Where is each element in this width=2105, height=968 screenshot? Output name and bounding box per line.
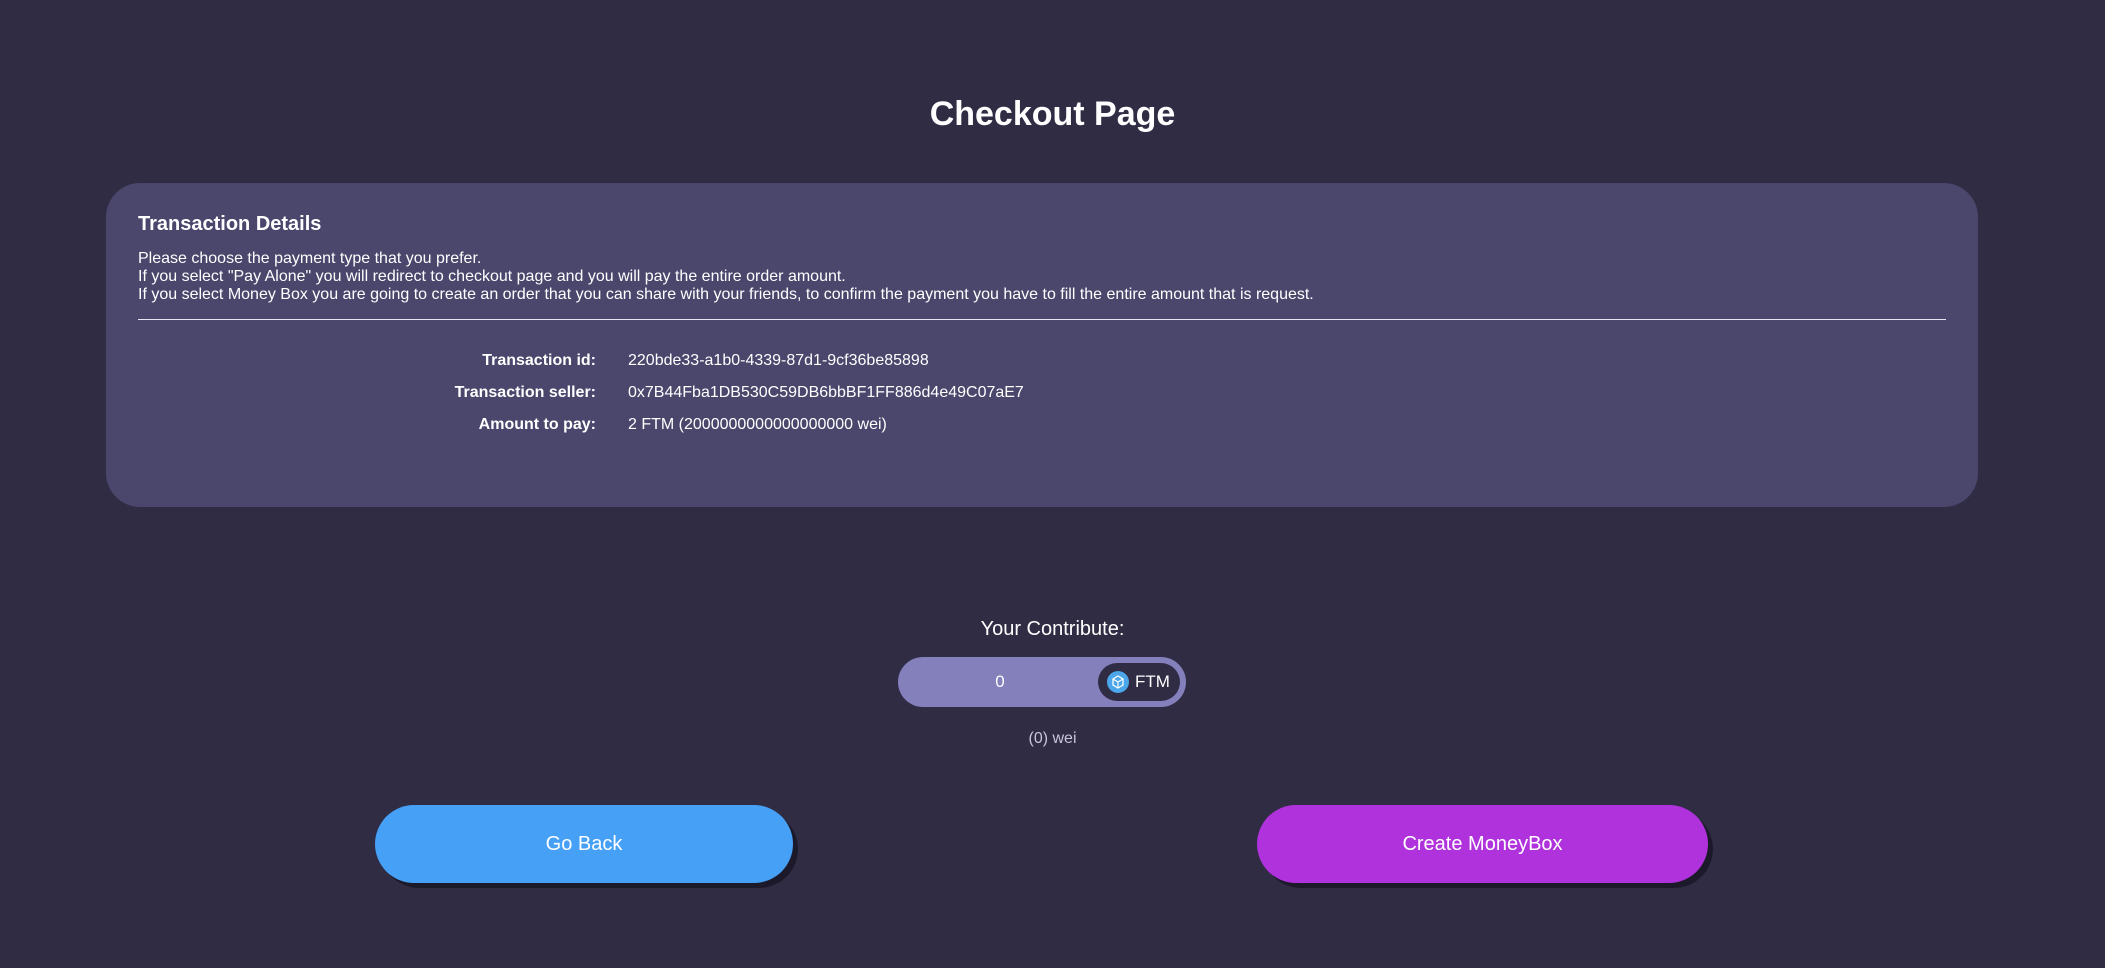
transaction-id-value: 220bde33-a1b0-4339-87d1-9cf36be85898 <box>628 352 929 369</box>
wei-amount-text: (0) wei <box>1028 730 1077 747</box>
transaction-details-heading: Transaction Details <box>138 213 322 235</box>
divider <box>138 319 1946 320</box>
transaction-details-list: Transaction id: 220bde33-a1b0-4339-87d1-… <box>138 352 1946 434</box>
create-moneybox-button[interactable]: Create MoneyBox <box>1257 805 1708 883</box>
description-line: Please choose the payment type that you … <box>138 250 482 267</box>
token-selector[interactable]: FTM <box>1098 663 1180 701</box>
contribute-label: Your Contribute: <box>980 618 1125 640</box>
amount-to-pay-value: 2 FTM (2000000000000000000 wei) <box>628 416 887 433</box>
transaction-details-card: Transaction Details Please choose the pa… <box>106 183 1978 507</box>
description-line: If you select "Pay Alone" you will redir… <box>138 268 846 285</box>
contribute-amount-control: FTM <box>898 657 1186 707</box>
amount-to-pay-label: Amount to pay: <box>478 416 596 433</box>
go-back-button[interactable]: Go Back <box>375 805 793 883</box>
token-name: FTM <box>1135 672 1170 691</box>
description-line: If you select Money Box you are going to… <box>138 286 1314 303</box>
transaction-seller-value: 0x7B44Fba1DB530C59DB6bbBF1FF886d4e49C07a… <box>628 384 1024 401</box>
transaction-seller-label: Transaction seller: <box>454 384 596 401</box>
transaction-id-label: Transaction id: <box>482 352 596 369</box>
page-title: Checkout Page <box>929 95 1176 133</box>
contribute-amount-input[interactable] <box>898 657 1102 707</box>
fantom-token-icon <box>1107 671 1129 693</box>
